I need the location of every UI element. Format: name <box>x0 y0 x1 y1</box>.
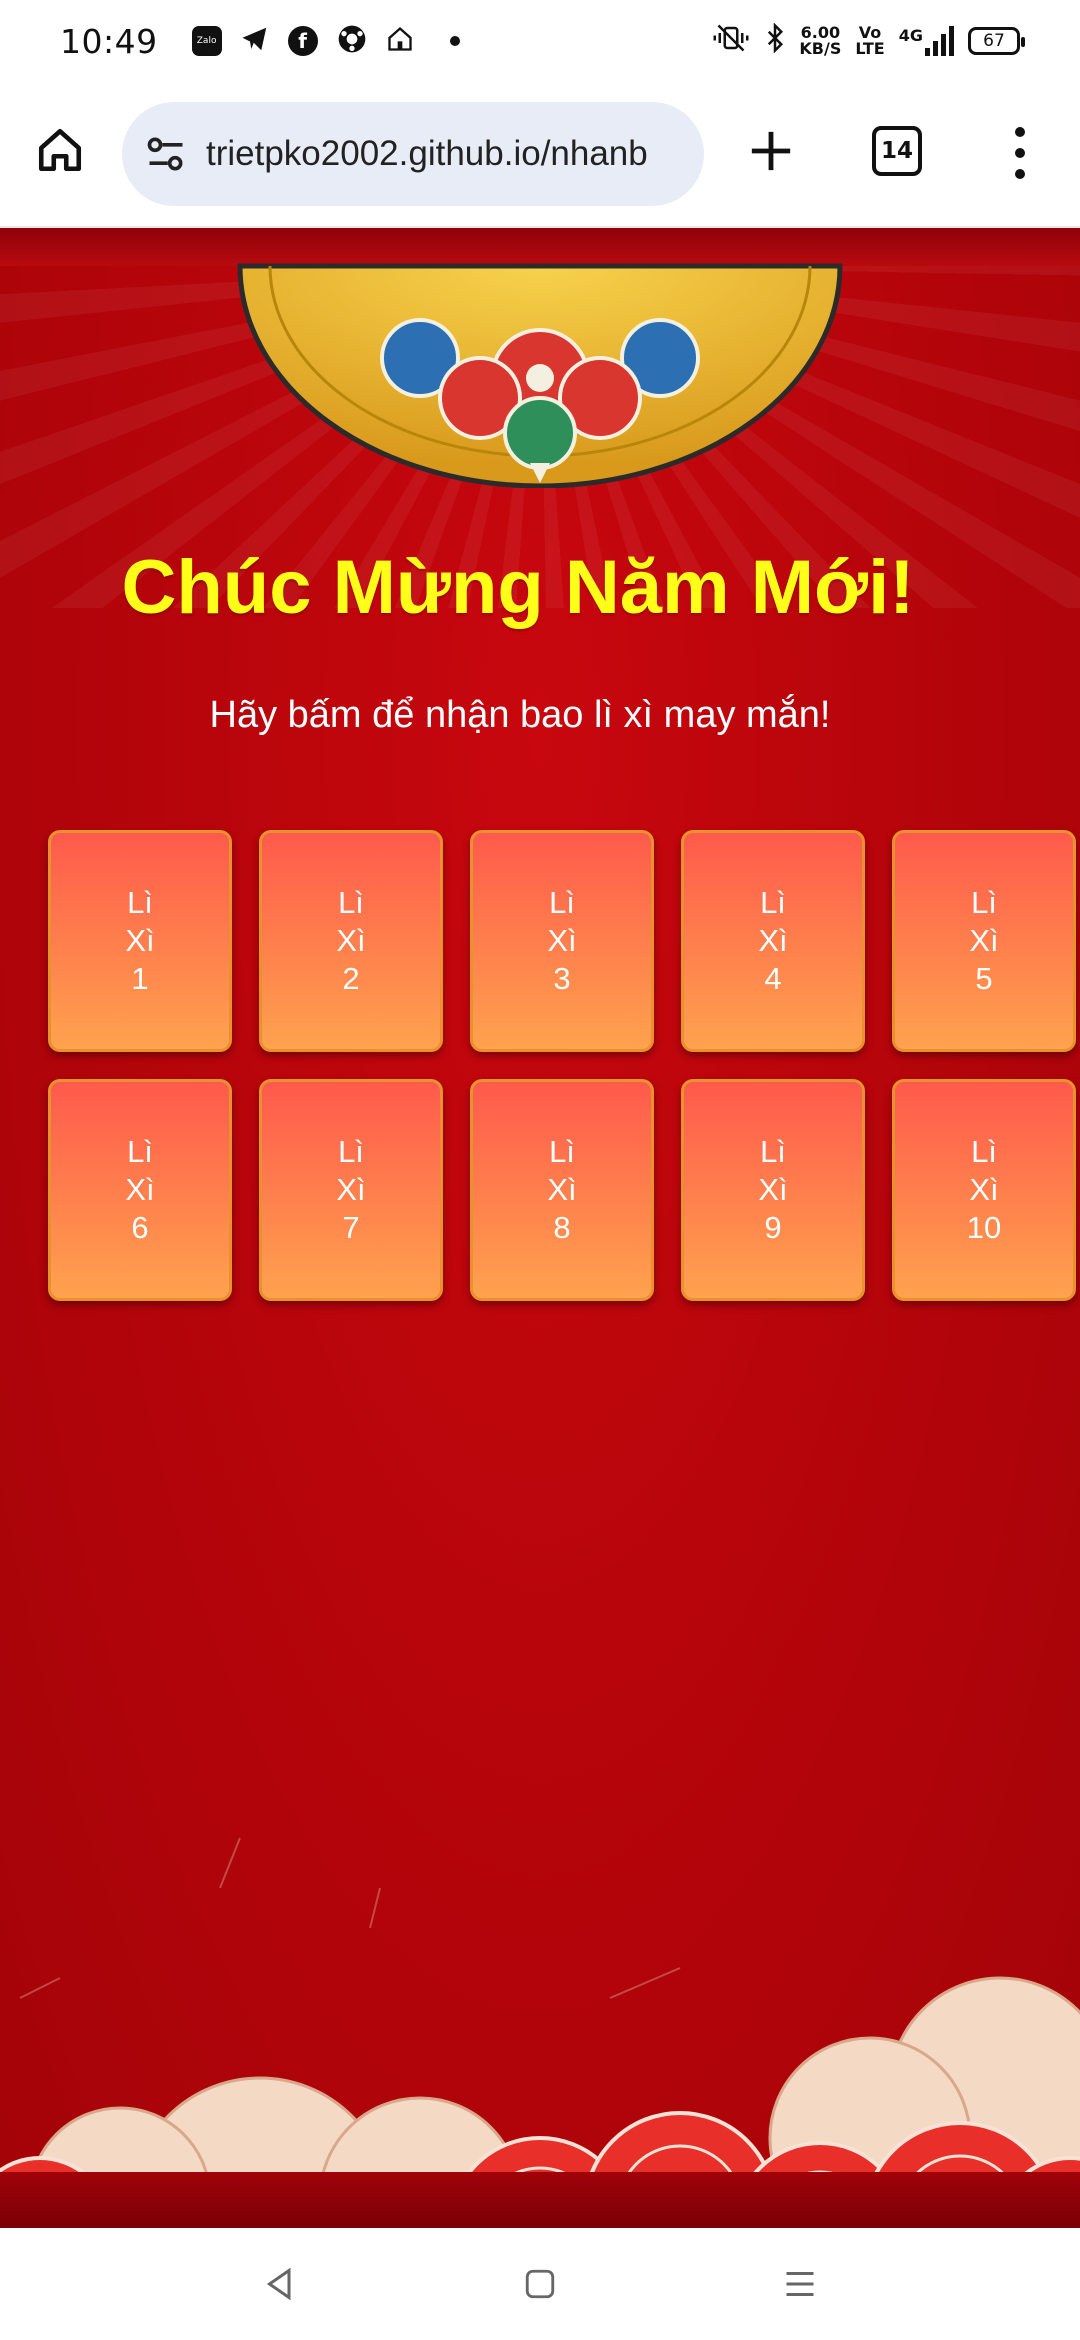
envelope-label: Lì Xì 8 <box>547 1134 577 1245</box>
decorative-medallion-ornament <box>237 263 843 488</box>
recents-menu-icon <box>786 2272 814 2296</box>
system-nav-bar <box>0 2228 1080 2340</box>
envelope-1[interactable]: Lì Xì 1 <box>48 830 232 1052</box>
decorative-clouds <box>0 1837 1080 2228</box>
home-nav-button[interactable] <box>515 2259 565 2309</box>
plus-icon <box>751 131 791 171</box>
site-settings-icon[interactable] <box>140 128 192 180</box>
zalo-icon: Zalo <box>191 26 222 56</box>
app-icon <box>336 23 368 59</box>
volte-indicator: Vo LTE <box>855 23 885 58</box>
telegram-icon <box>240 24 270 58</box>
envelope-10[interactable]: Lì Xì 10 <box>892 1079 1076 1301</box>
envelope-8[interactable]: Lì Xì 8 <box>470 1079 654 1301</box>
battery-level: 67 <box>983 31 1005 51</box>
more-vert-icon <box>1015 127 1025 138</box>
url-text[interactable]: trietpko2002.github.io/nhanb <box>206 134 648 174</box>
tab-switcher-button[interactable]: 14 <box>872 126 922 176</box>
envelope-4[interactable]: Lì Xì 4 <box>681 830 865 1052</box>
envelope-label: Lì Xì 5 <box>969 885 999 996</box>
envelope-2[interactable]: Lì Xì 2 <box>259 830 443 1052</box>
vibrate-mute-icon <box>711 23 751 59</box>
envelope-3[interactable]: Lì Xì 3 <box>470 830 654 1052</box>
system-icons: 6.00 KB/S Vo LTE 4G 67 <box>711 22 1025 59</box>
status-time: 10:49 <box>60 21 158 61</box>
envelope-label: Lì Xì 7 <box>336 1134 366 1245</box>
status-bar: 10:49 Zalo f 6.00 KB/S Vo LTE 4G 67 <box>0 0 1080 82</box>
envelope-label: Lì Xì 2 <box>336 885 366 996</box>
browser-toolbar: trietpko2002.github.io/nhanb 14 <box>0 82 1080 228</box>
new-tab-button[interactable] <box>740 120 802 182</box>
envelope-label: Lì Xì 1 <box>125 885 155 996</box>
address-bar[interactable]: trietpko2002.github.io/nhanb <box>122 102 704 206</box>
recents-button[interactable] <box>775 2259 825 2309</box>
home-app-icon <box>386 25 414 57</box>
greeting-title: Chúc Mừng Năm Mới! <box>121 545 915 630</box>
bluetooth-icon <box>765 22 785 59</box>
envelope-label: Lì Xì 9 <box>758 1134 788 1245</box>
envelope-label: Lì Xì 10 <box>966 1134 1002 1245</box>
envelope-7[interactable]: Lì Xì 7 <box>259 1079 443 1301</box>
envelope-label: Lì Xì 4 <box>758 885 788 996</box>
home-icon <box>38 128 82 172</box>
envelope-5[interactable]: Lì Xì 5 <box>892 830 1076 1052</box>
envelope-6[interactable]: Lì Xì 6 <box>48 1079 232 1301</box>
facebook-icon: f <box>287 26 318 56</box>
web-page: Chúc Mừng Năm Mới! Hãy bấm để nhận bao l… <box>0 228 1080 2228</box>
envelope-label: Lì Xì 6 <box>125 1134 155 1245</box>
more-notifications-dot <box>449 36 460 46</box>
tab-count: 14 <box>880 138 913 164</box>
back-icon <box>266 2267 291 2301</box>
more-menu-button[interactable] <box>1000 122 1040 184</box>
page-bottom-band <box>0 2172 1080 2228</box>
back-button[interactable] <box>255 2259 305 2309</box>
network-type: 4G <box>898 26 923 45</box>
envelope-label: Lì Xì 3 <box>547 885 577 996</box>
battery-icon: 67 <box>968 27 1025 55</box>
home-square-icon <box>525 2269 555 2299</box>
net-speed: 6.00 KB/S <box>799 23 842 58</box>
greeting-subtitle: Hãy bấm để nhận bao lì xì may mắn! <box>209 694 831 736</box>
notification-icons: Zalo f <box>191 23 460 59</box>
home-button[interactable] <box>30 120 90 180</box>
envelope-9[interactable]: Lì Xì 9 <box>681 1079 865 1301</box>
signal-strength-icon: 4G <box>899 26 954 56</box>
